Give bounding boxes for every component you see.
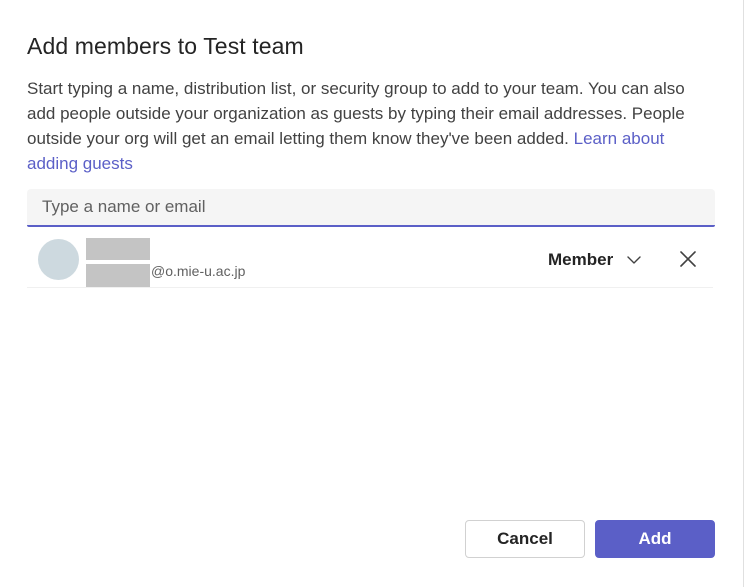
member-email-domain: @o.mie-u.ac.jp xyxy=(151,263,246,279)
chevron-down-icon xyxy=(627,256,641,264)
member-row: @o.mie-u.ac.jp Member xyxy=(27,233,713,288)
close-icon[interactable] xyxy=(676,247,700,271)
add-button[interactable]: Add xyxy=(595,520,715,558)
avatar xyxy=(38,239,79,280)
role-dropdown[interactable]: Member xyxy=(548,249,643,271)
add-members-dialog: Add members to Test team Start typing a … xyxy=(0,0,744,587)
redacted-email-user xyxy=(86,264,150,287)
cancel-button[interactable]: Cancel xyxy=(465,520,585,558)
dialog-title: Add members to Test team xyxy=(27,33,304,59)
role-label: Member xyxy=(548,250,614,269)
redacted-name xyxy=(86,238,150,260)
search-input[interactable] xyxy=(27,189,715,227)
dialog-description: Start typing a name, distribution list, … xyxy=(27,76,717,176)
